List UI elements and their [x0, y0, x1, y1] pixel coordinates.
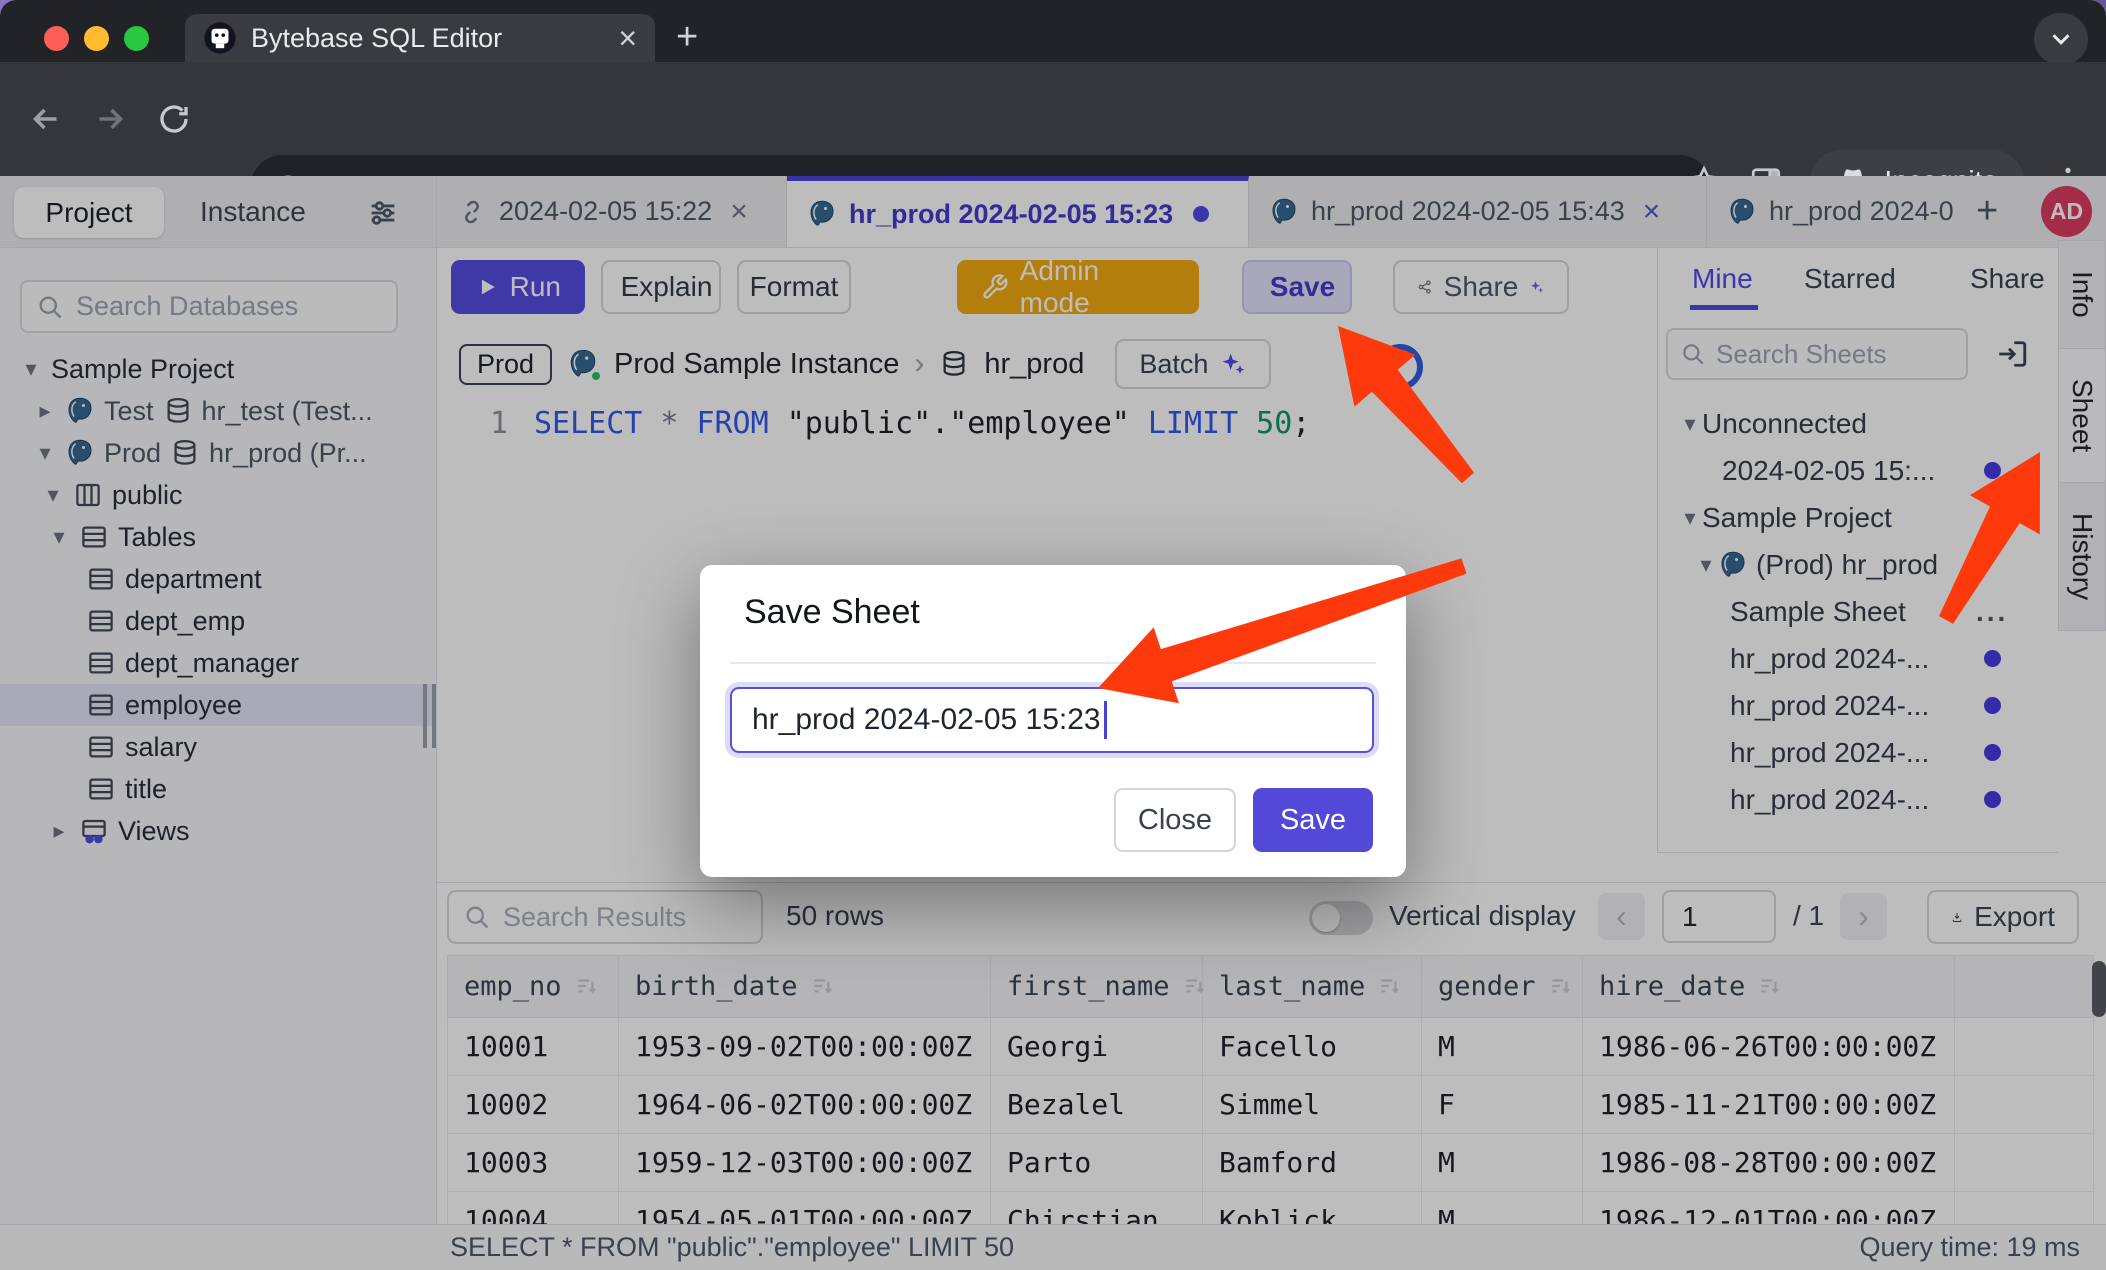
modal-divider [730, 662, 1376, 664]
new-tab-button[interactable]: + [676, 18, 698, 56]
save-label: Save [1280, 804, 1346, 837]
modal-save-button[interactable]: Save [1253, 788, 1373, 852]
reload-icon [156, 101, 192, 137]
sheet-name-input[interactable]: hr_prod 2024-02-05 15:23 [730, 687, 1374, 753]
tab-search-button[interactable] [2034, 13, 2088, 65]
screen: Bytebase SQL Editor × + localhost:8080/s… [0, 0, 2106, 1270]
chevron-down-icon [2046, 24, 2076, 54]
text-cursor [1104, 701, 1107, 739]
browser-tab-title: Bytebase SQL Editor [251, 23, 604, 54]
back-icon [28, 101, 64, 137]
window-zoom-button[interactable] [124, 26, 149, 51]
modal-title: Save Sheet [744, 593, 920, 632]
back-button[interactable] [28, 101, 64, 137]
browser-tab[interactable]: Bytebase SQL Editor × [185, 14, 655, 62]
modal-close-icon[interactable]: × [1326, 591, 1348, 629]
tab-close-icon[interactable]: × [618, 22, 637, 54]
window-close-button[interactable] [44, 26, 69, 51]
browser-window: Bytebase SQL Editor × + localhost:8080/s… [0, 0, 2106, 1270]
forward-button[interactable] [92, 101, 128, 137]
sheet-name-value: hr_prod 2024-02-05 15:23 [752, 703, 1101, 737]
browser-tabstrip: Bytebase SQL Editor × + [0, 0, 2106, 62]
modal-close-button[interactable]: Close [1114, 788, 1236, 852]
browser-toolbar: localhost:8080/sql-editor/prod-sample-in… [0, 62, 2106, 176]
reload-button[interactable] [156, 101, 192, 137]
forward-icon [92, 101, 128, 137]
close-label: Close [1138, 804, 1212, 837]
window-minimize-button[interactable] [84, 26, 109, 51]
bytebase-favicon [203, 21, 237, 55]
save-sheet-modal: Save Sheet × hr_prod 2024-02-05 15:23 Cl… [700, 565, 1406, 877]
